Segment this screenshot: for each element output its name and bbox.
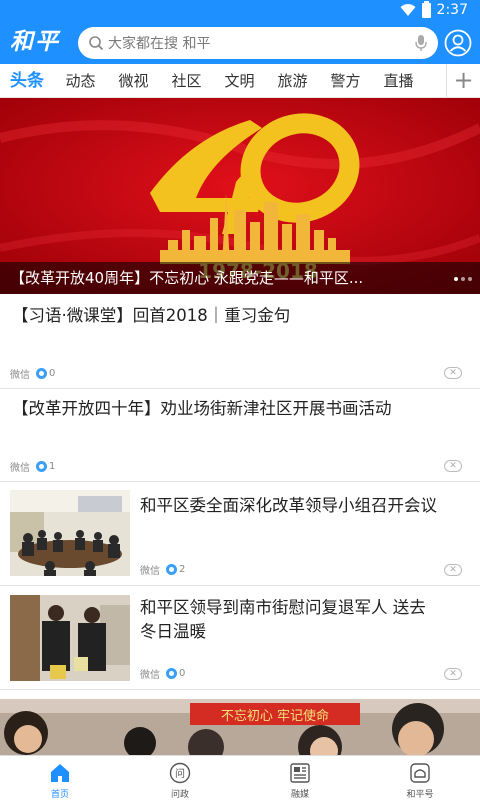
nav-inquiry[interactable]: 问 问政 bbox=[120, 756, 240, 800]
search-placeholder: 大家都在搜 和平 bbox=[108, 36, 211, 52]
news-title[interactable]: 【改革开放四十年】劝业场街新津社区开展书画活动 bbox=[12, 397, 392, 421]
news-views: 0 bbox=[179, 668, 186, 679]
news-source: 微信 bbox=[140, 670, 160, 681]
carousel-indicator bbox=[454, 277, 472, 281]
news-source: 微信 bbox=[140, 566, 160, 577]
media-icon bbox=[290, 763, 310, 783]
event-photo: 不忘初心 牢记使命 bbox=[0, 699, 480, 755]
user-profile-icon[interactable] bbox=[444, 29, 472, 57]
top-bar: 2:37 和平 大家都在搜 和平 bbox=[0, 0, 480, 64]
news-item[interactable]: 【改革开放四十年】劝业场街新津社区开展书画活动 微信 1 ✕ bbox=[0, 389, 480, 482]
status-bar: 2:37 bbox=[0, 0, 480, 22]
news-views: 1 bbox=[49, 461, 56, 472]
dismiss-button[interactable]: ✕ bbox=[444, 367, 462, 379]
news-meta: 微信 2 bbox=[140, 562, 185, 577]
search-icon bbox=[89, 36, 104, 51]
meeting-photo bbox=[10, 490, 130, 576]
news-cover-image[interactable]: 不忘初心 牢记使命 bbox=[0, 699, 480, 755]
news-item[interactable]: 和平区委全面深化改革领导小组召开会议 微信 2 ✕ bbox=[0, 482, 480, 586]
tab-tourism[interactable]: 旅游 bbox=[266, 64, 319, 98]
nav-label: 首页 bbox=[50, 790, 69, 800]
account-icon bbox=[410, 763, 430, 783]
tab-civilization[interactable]: 文明 bbox=[213, 64, 266, 98]
status-time: 2:37 bbox=[436, 2, 468, 18]
tab-video[interactable]: 微视 bbox=[107, 64, 160, 98]
news-thumbnail[interactable] bbox=[10, 490, 130, 576]
battery-icon bbox=[421, 0, 431, 18]
microphone-icon[interactable] bbox=[414, 34, 428, 52]
tab-fade bbox=[426, 64, 446, 97]
nav-label: 问政 bbox=[170, 790, 189, 800]
bottom-navigation: 首页 问 问政 融媒 和平号 bbox=[0, 755, 480, 800]
channel-tabs: 头条 动态 微视 社区 文明 旅游 警方 直播 bbox=[0, 64, 480, 98]
news-item[interactable]: 【习语·微课堂】回首2018｜重习金句 微信 0 ✕ bbox=[0, 294, 480, 389]
carousel-dot bbox=[461, 277, 465, 281]
news-title[interactable]: 和平区委全面深化改革领导小组召开会议 bbox=[140, 494, 470, 518]
views-icon bbox=[36, 461, 47, 472]
nav-label: 和平号 bbox=[406, 790, 434, 800]
banner-caption[interactable]: 【改革开放40周年】不忘初心 永跟党走——和平区... bbox=[0, 262, 480, 294]
views-icon bbox=[166, 564, 177, 575]
nav-media[interactable]: 融媒 bbox=[240, 756, 360, 800]
visit-photo bbox=[10, 595, 130, 681]
carousel-dot bbox=[468, 277, 472, 281]
views-icon bbox=[36, 368, 47, 379]
tab-news[interactable]: 动态 bbox=[54, 64, 107, 98]
nav-label: 融媒 bbox=[290, 790, 309, 800]
news-item[interactable]: 和平区领导到南市街慰问复退军人 送去 冬日温暖 微信 0 ✕ bbox=[0, 586, 480, 690]
search-input[interactable]: 大家都在搜 和平 bbox=[78, 27, 438, 59]
tab-headlines[interactable]: 头条 bbox=[0, 64, 54, 98]
news-title-line: 和平区领导到南市街慰问复退军人 送去 bbox=[140, 598, 426, 617]
tab-police[interactable]: 警方 bbox=[319, 64, 372, 98]
tab-community[interactable]: 社区 bbox=[160, 64, 213, 98]
news-thumbnail[interactable] bbox=[10, 595, 130, 681]
news-meta: 微信 1 bbox=[10, 459, 55, 474]
dismiss-button[interactable]: ✕ bbox=[444, 564, 462, 576]
news-meta: 微信 0 bbox=[140, 666, 185, 681]
news-views: 2 bbox=[179, 564, 186, 575]
carousel-dot bbox=[454, 277, 458, 281]
svg-text:问: 问 bbox=[175, 767, 185, 780]
app-logo: 和平 bbox=[10, 28, 60, 55]
news-views: 0 bbox=[49, 368, 56, 379]
banner-slogan: 不忘初心 牢记使命 bbox=[221, 708, 329, 724]
nav-heping-account[interactable]: 和平号 bbox=[360, 756, 480, 800]
nav-home[interactable]: 首页 bbox=[0, 756, 120, 800]
news-title[interactable]: 和平区领导到南市街慰问复退军人 送去 冬日温暖 bbox=[140, 596, 470, 644]
news-source: 微信 bbox=[10, 370, 30, 381]
views-icon bbox=[166, 668, 177, 679]
home-icon bbox=[51, 764, 69, 782]
add-channel-button[interactable]: + bbox=[446, 64, 480, 97]
question-icon: 问 bbox=[169, 762, 191, 784]
banner-carousel[interactable]: 1978-2018 【改革开放40周年】不忘初心 永跟党走——和平区... bbox=[0, 98, 480, 294]
dismiss-button[interactable]: ✕ bbox=[444, 460, 462, 472]
news-title-line: 冬日温暖 bbox=[140, 622, 206, 641]
wifi-icon bbox=[400, 4, 416, 16]
tab-live[interactable]: 直播 bbox=[372, 64, 425, 98]
news-title[interactable]: 【习语·微课堂】回首2018｜重习金句 bbox=[12, 304, 290, 328]
dismiss-button[interactable]: ✕ bbox=[444, 668, 462, 680]
news-source: 微信 bbox=[10, 463, 30, 474]
news-meta: 微信 0 bbox=[10, 366, 55, 381]
